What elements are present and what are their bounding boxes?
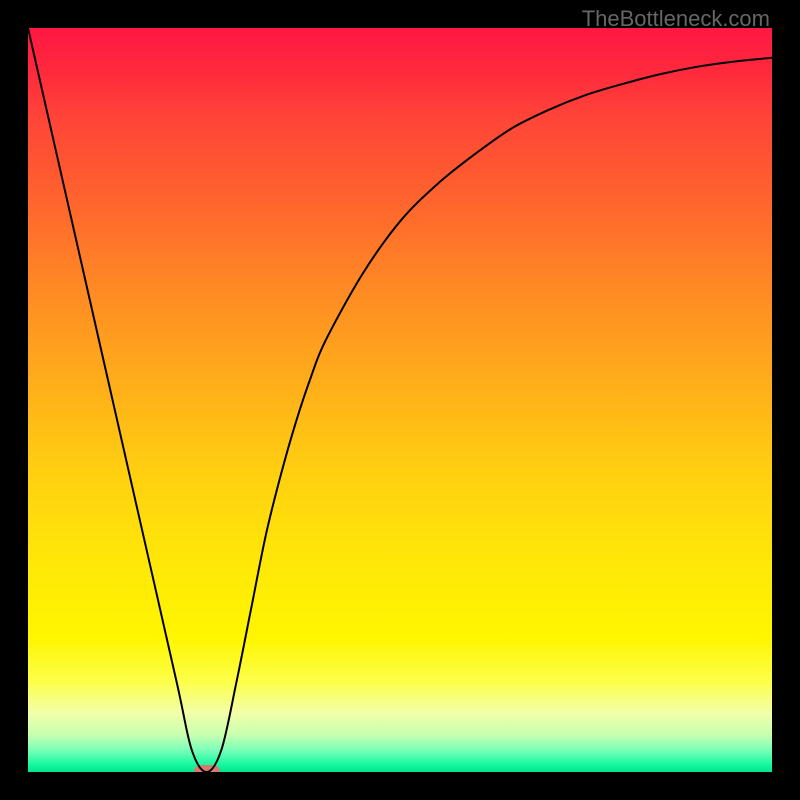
watermark-text: TheBottleneck.com: [582, 6, 770, 32]
plot-area: [28, 28, 772, 772]
bottleneck-curve: [28, 28, 772, 772]
